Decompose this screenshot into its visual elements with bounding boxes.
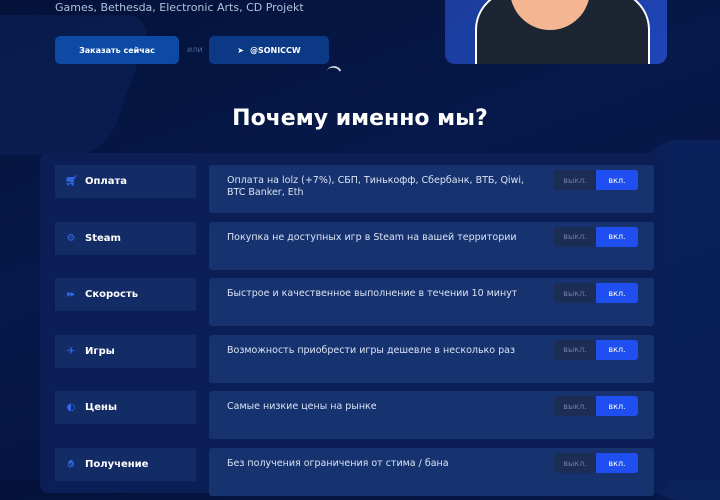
feature-label-box: 🛒︎ Оплата	[55, 165, 196, 198]
feature-label: Оплата	[85, 176, 128, 187]
section-title: Почему именно мы?	[232, 106, 488, 131]
telegram-button[interactable]: ➤ @SONICCW	[209, 36, 329, 64]
rocket-icon: ✈	[66, 345, 76, 357]
fast-forward-icon: ⏩︎	[67, 289, 75, 301]
feature-toggle[interactable]: выкл. вкл.	[554, 453, 638, 473]
feature-label-box: ✈ Игры	[55, 334, 196, 368]
or-label: или	[187, 45, 203, 54]
toggle-on-button[interactable]: вкл.	[596, 453, 638, 473]
feature-label: Цены	[85, 402, 118, 414]
feature-label: Скорость	[85, 289, 139, 301]
cart-icon: 🛒︎	[65, 176, 78, 187]
feature-label-box: ⏩︎ Скорость	[55, 278, 196, 312]
hero-subtitle: Games, Bethesda, Electronic Arts, CD Pro…	[55, 1, 304, 14]
feature-label: Получение	[85, 459, 149, 470]
features-panel: 🛒︎ Оплата Оплата на lolz (+7%), СБП, Тинь…	[40, 153, 667, 496]
toggle-on-button[interactable]: вкл.	[596, 283, 638, 304]
feature-toggle[interactable]: выкл. вкл.	[554, 170, 638, 190]
feature-label: Игры	[85, 345, 115, 357]
toggle-on-button[interactable]: вкл.	[596, 396, 638, 417]
steam-icon: ⚙	[66, 232, 76, 244]
toggle-off-button[interactable]: выкл.	[554, 453, 596, 473]
decorative-arc	[323, 63, 345, 85]
order-now-button[interactable]: Заказать сейчас	[55, 36, 179, 64]
telegram-handle: @SONICCW	[249, 45, 301, 55]
toggle-on-button[interactable]: вкл.	[596, 339, 638, 360]
coin-icon: ◐	[66, 402, 76, 414]
toggle-off-button[interactable]: выкл.	[554, 339, 596, 360]
feature-toggle[interactable]: выкл. вкл.	[554, 396, 638, 417]
feature-toggle[interactable]: выкл. вкл.	[554, 226, 638, 247]
toggle-off-button[interactable]: выкл.	[554, 283, 596, 304]
feature-label-box: ⚙ Steam	[55, 221, 196, 255]
toggle-on-button[interactable]: вкл.	[596, 170, 638, 190]
toggle-on-button[interactable]: вкл.	[596, 226, 638, 247]
feature-label-box: ✋︎ Получение	[55, 448, 196, 481]
feature-label-box: ◐ Цены	[55, 391, 196, 425]
feature-toggle[interactable]: выкл. вкл.	[554, 339, 638, 360]
feature-toggle[interactable]: выкл. вкл.	[554, 283, 638, 304]
hand-icon: ✋︎	[68, 459, 74, 470]
toggle-off-button[interactable]: выкл.	[554, 226, 596, 247]
toggle-off-button[interactable]: выкл.	[554, 396, 596, 417]
toggle-off-button[interactable]: выкл.	[554, 170, 596, 190]
feature-label: Steam	[85, 232, 121, 244]
mascot-card	[445, 0, 667, 64]
telegram-icon: ➤	[237, 45, 244, 55]
